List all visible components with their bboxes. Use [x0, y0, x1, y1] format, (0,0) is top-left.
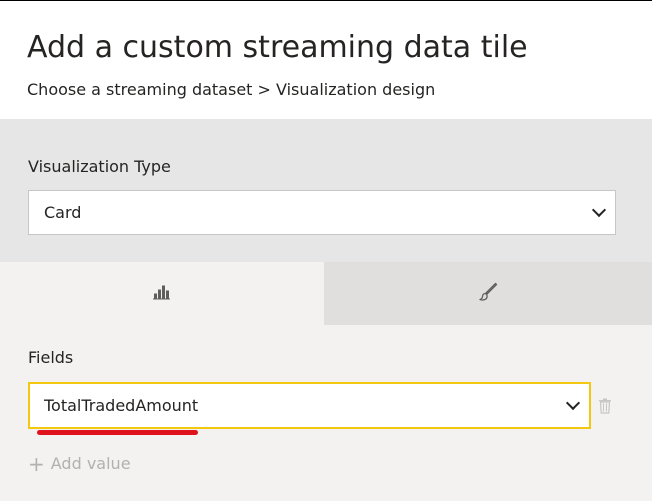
- custom-streaming-tile-dialog: Add a custom streaming data tile Choose …: [0, 0, 652, 501]
- bar-chart-icon: [153, 284, 171, 303]
- plus-icon: +: [28, 452, 45, 476]
- tab-format[interactable]: [324, 262, 652, 325]
- visualization-type-dropdown[interactable]: Card: [28, 190, 616, 235]
- chevron-down-icon: [591, 202, 607, 218]
- red-underline-annotation: [37, 430, 198, 435]
- visualization-type-section: Visualization Type Card: [0, 119, 652, 262]
- dialog-title: Add a custom streaming data tile: [27, 30, 528, 65]
- breadcrumb: Choose a streaming dataset > Visualizati…: [27, 80, 436, 99]
- design-tabs: [0, 262, 652, 325]
- dialog-header: Add a custom streaming data tile Choose …: [0, 1, 652, 119]
- add-value-button[interactable]: + Add value: [28, 453, 131, 475]
- field-value: TotalTradedAmount: [44, 396, 199, 415]
- fields-label: Fields: [28, 348, 74, 367]
- tab-fields[interactable]: [0, 262, 324, 325]
- visualization-type-label: Visualization Type: [28, 157, 171, 176]
- trash-icon[interactable]: [598, 398, 612, 414]
- paintbrush-icon: [478, 282, 498, 306]
- add-value-label: Add value: [50, 454, 131, 473]
- visualization-type-value: Card: [44, 203, 82, 222]
- chevron-down-icon: [565, 395, 581, 411]
- field-dropdown[interactable]: TotalTradedAmount: [28, 382, 591, 429]
